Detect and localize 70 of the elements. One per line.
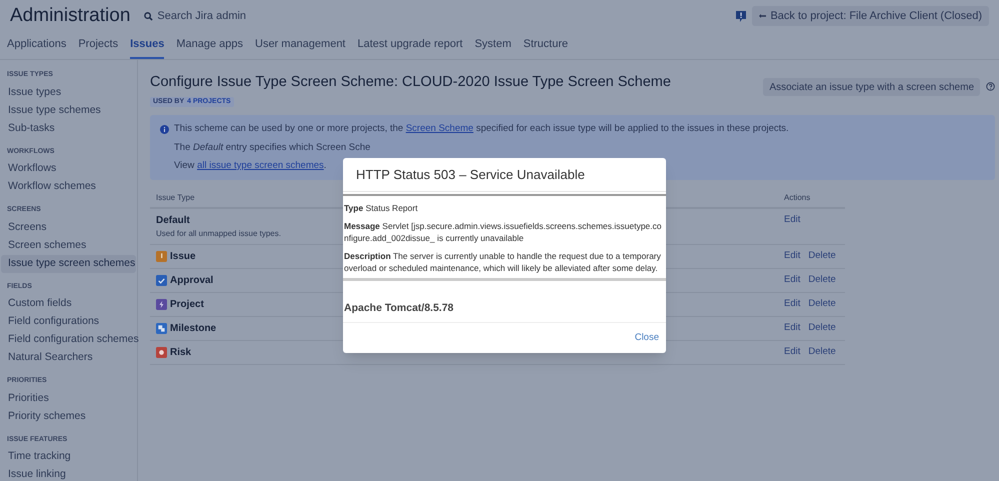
action-link[interactable]: Delete bbox=[808, 297, 836, 312]
nav-tab[interactable]: User management bbox=[255, 36, 346, 59]
action-link[interactable]: Delete bbox=[808, 321, 836, 336]
info-text: View all issue type screen schemes. bbox=[173, 158, 328, 173]
dialog-title: HTTP Status 503 – Service Unavailable bbox=[356, 166, 585, 184]
back-to-project-button[interactable]: Back to project: File Archive Client (Closed) bbox=[752, 6, 989, 26]
sidebar-item[interactable]: Screen schemes bbox=[1, 236, 136, 254]
column-header: Actions bbox=[784, 192, 812, 204]
sidebar-item[interactable]: Issue type schemes bbox=[1, 102, 136, 120]
action-link[interactable]: Edit bbox=[784, 273, 800, 288]
action-link[interactable]: Delete bbox=[808, 249, 836, 264]
issue-type-name: Project bbox=[170, 298, 204, 312]
issue-type-name: Milestone bbox=[170, 322, 216, 336]
nav-tab[interactable]: Structure bbox=[523, 36, 568, 59]
nav-tab[interactable]: Latest upgrade report bbox=[358, 36, 463, 59]
info-text: The Default entry specifies which Screen Sche bbox=[173, 140, 372, 154]
issue-type-name: Default bbox=[156, 214, 190, 228]
action-link[interactable]: Edit bbox=[784, 297, 800, 312]
sidebar-item[interactable]: Workflows bbox=[1, 160, 136, 178]
associate-button[interactable]: Associate an issue type with a screen scheme bbox=[763, 78, 980, 96]
sidebar-item[interactable]: Natural Searchers bbox=[1, 349, 136, 367]
issue-type-name: Risk bbox=[170, 346, 192, 360]
all-schemes-link[interactable]: all issue type screen schemes bbox=[197, 160, 324, 171]
action-link[interactable]: Edit bbox=[784, 321, 800, 336]
status-type: Type Status Report bbox=[344, 202, 419, 214]
sidebar-item[interactable]: Issue type screen schemes bbox=[1, 254, 136, 272]
issue-type-name: Approval bbox=[170, 274, 214, 288]
nav-tab[interactable]: Manage apps bbox=[176, 36, 243, 59]
feedback-icon[interactable] bbox=[736, 10, 746, 22]
lightning-icon bbox=[156, 299, 167, 310]
info-icon bbox=[160, 124, 169, 134]
sidebar-item[interactable]: Priorities bbox=[1, 390, 136, 408]
sidebar-item[interactable]: Field configuration schemes bbox=[1, 331, 136, 349]
nav-tab[interactable]: Projects bbox=[78, 36, 118, 59]
exclamation-icon bbox=[156, 251, 167, 262]
nav-tab[interactable]: System bbox=[474, 36, 512, 59]
close-button[interactable]: Close bbox=[634, 331, 659, 346]
squares-icon bbox=[156, 323, 167, 334]
issue-type-description: Used for all unmapped issue types. bbox=[156, 228, 281, 240]
scheme-title: Configure Issue Type Screen Scheme: CLOUD-2020 Issue Type Screen Scheme bbox=[150, 73, 671, 92]
action-link[interactable]: Edit bbox=[784, 249, 800, 264]
status-description: Description The server is currently unable to handle the request due to a temporary overload or scheduled maintenance, which will likely be alleviated after some delay. bbox=[344, 250, 662, 274]
sidebar-item[interactable]: Field configurations bbox=[1, 313, 136, 331]
sidebar-item[interactable]: Custom fields bbox=[1, 295, 136, 313]
action-link[interactable]: Delete bbox=[808, 345, 836, 360]
sidebar-item[interactable]: Screens bbox=[1, 218, 136, 236]
sidebar-item[interactable]: Issue types bbox=[1, 84, 136, 102]
info-text: This scheme can be used by one or more projects, the Screen Scheme specified for each issue type will be applied to the issues in these projects. bbox=[174, 122, 789, 136]
issue-type-name: Issue bbox=[170, 250, 196, 264]
search-icon bbox=[144, 12, 154, 20]
sidebar-item[interactable]: Priority schemes bbox=[1, 408, 136, 426]
action-link[interactable]: Edit bbox=[784, 213, 800, 228]
nav-tab[interactable]: Issues bbox=[130, 36, 164, 59]
sidebar-item[interactable]: Issue linking bbox=[1, 466, 136, 481]
return-arrow-icon bbox=[759, 14, 766, 18]
sidebar-item[interactable]: Sub-tasks bbox=[1, 120, 136, 138]
search-field[interactable]: Search Jira admin bbox=[144, 8, 246, 24]
sidebar-item[interactable]: Time tracking bbox=[1, 448, 136, 466]
action-link[interactable]: Delete bbox=[808, 273, 836, 288]
server-version: Apache Tomcat/8.5.78 bbox=[344, 302, 454, 314]
page-title: Administration bbox=[10, 4, 130, 28]
action-link[interactable]: Edit bbox=[784, 345, 800, 360]
dot-icon bbox=[156, 347, 167, 358]
sidebar-item[interactable]: Workflow schemes bbox=[1, 178, 136, 196]
column-header: Issue Type bbox=[156, 192, 195, 204]
help-icon[interactable] bbox=[986, 82, 995, 91]
checkbox-icon bbox=[156, 275, 167, 286]
screen-scheme-link[interactable]: Screen Scheme bbox=[406, 123, 474, 134]
status-message: Message Servlet [jsp.secure.admin.views.issuefields.screens.schemes.issuetype.configure.add_002dissue_ is currently unavailable bbox=[344, 220, 662, 244]
nav-tab[interactable]: Applications bbox=[7, 36, 66, 59]
